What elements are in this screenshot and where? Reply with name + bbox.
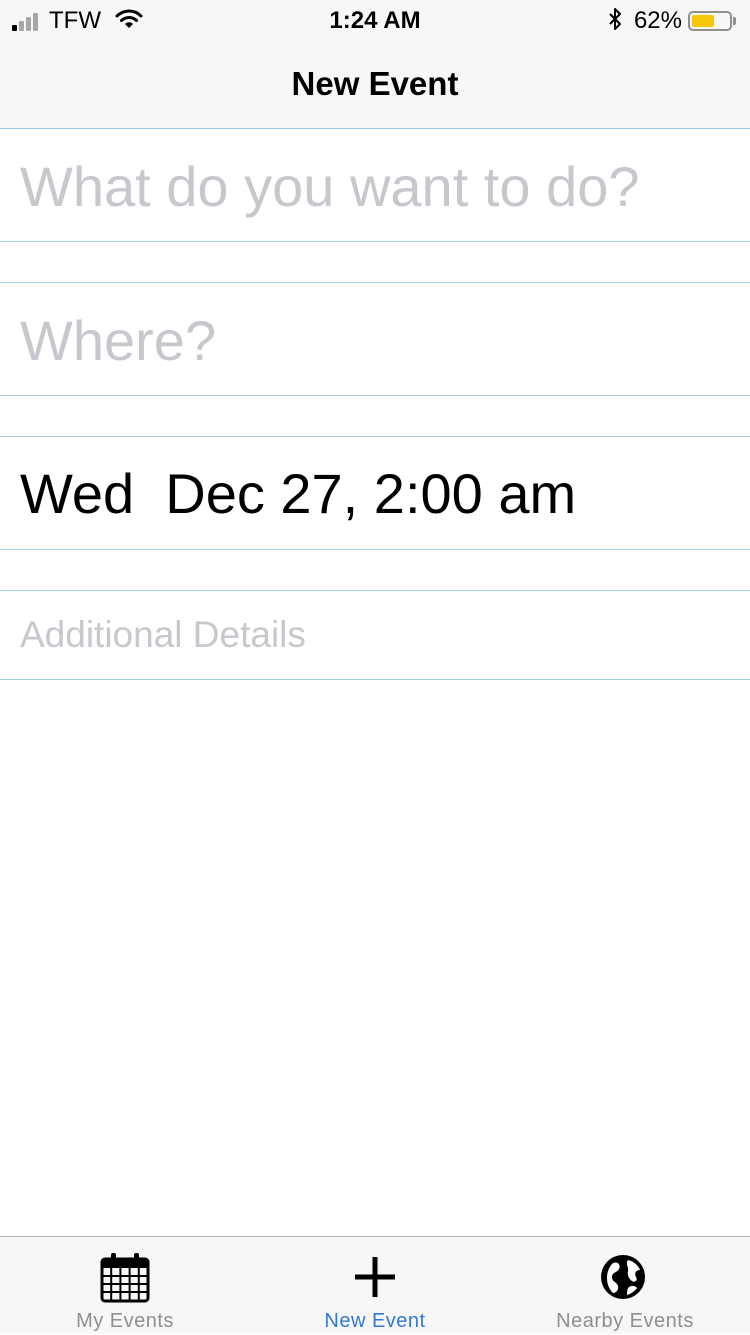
battery-fill [692,15,715,27]
tab-new-event[interactable]: New Event [250,1237,500,1335]
date-field[interactable]: Wed Dec 27, 2:00 am [0,437,750,549]
globe-icon [500,1251,750,1305]
tab-label: New Event [324,1310,426,1332]
tab-bar: My Events New Event Nearby Events [0,1236,750,1334]
tab-my-events[interactable]: My Events [0,1237,250,1335]
battery-nub [733,17,736,25]
divider [0,679,750,680]
bluetooth-icon [608,7,622,36]
where-field[interactable] [0,283,750,395]
battery-percent: 62% [633,7,682,34]
divider [0,395,750,396]
divider [0,241,750,242]
tab-label: Nearby Events [556,1310,694,1332]
status-bar: TFW 1:24 AM 62% [0,0,750,40]
status-right: 62% [608,6,736,36]
date-value[interactable]: Wed Dec 27, 2:00 am [20,461,576,527]
tab-label: My Events [76,1310,174,1332]
what-field[interactable] [0,129,750,241]
details-input[interactable] [20,613,730,657]
details-field[interactable] [0,591,750,679]
calendar-icon [0,1251,250,1305]
plus-icon [250,1251,500,1305]
battery-icon [688,11,732,31]
tab-nearby-events[interactable]: Nearby Events [500,1237,750,1335]
where-input[interactable] [20,307,730,373]
what-input[interactable] [20,153,730,219]
page-title: New Event [291,65,459,102]
divider [0,549,750,550]
navigation-bar: New Event [0,40,750,129]
